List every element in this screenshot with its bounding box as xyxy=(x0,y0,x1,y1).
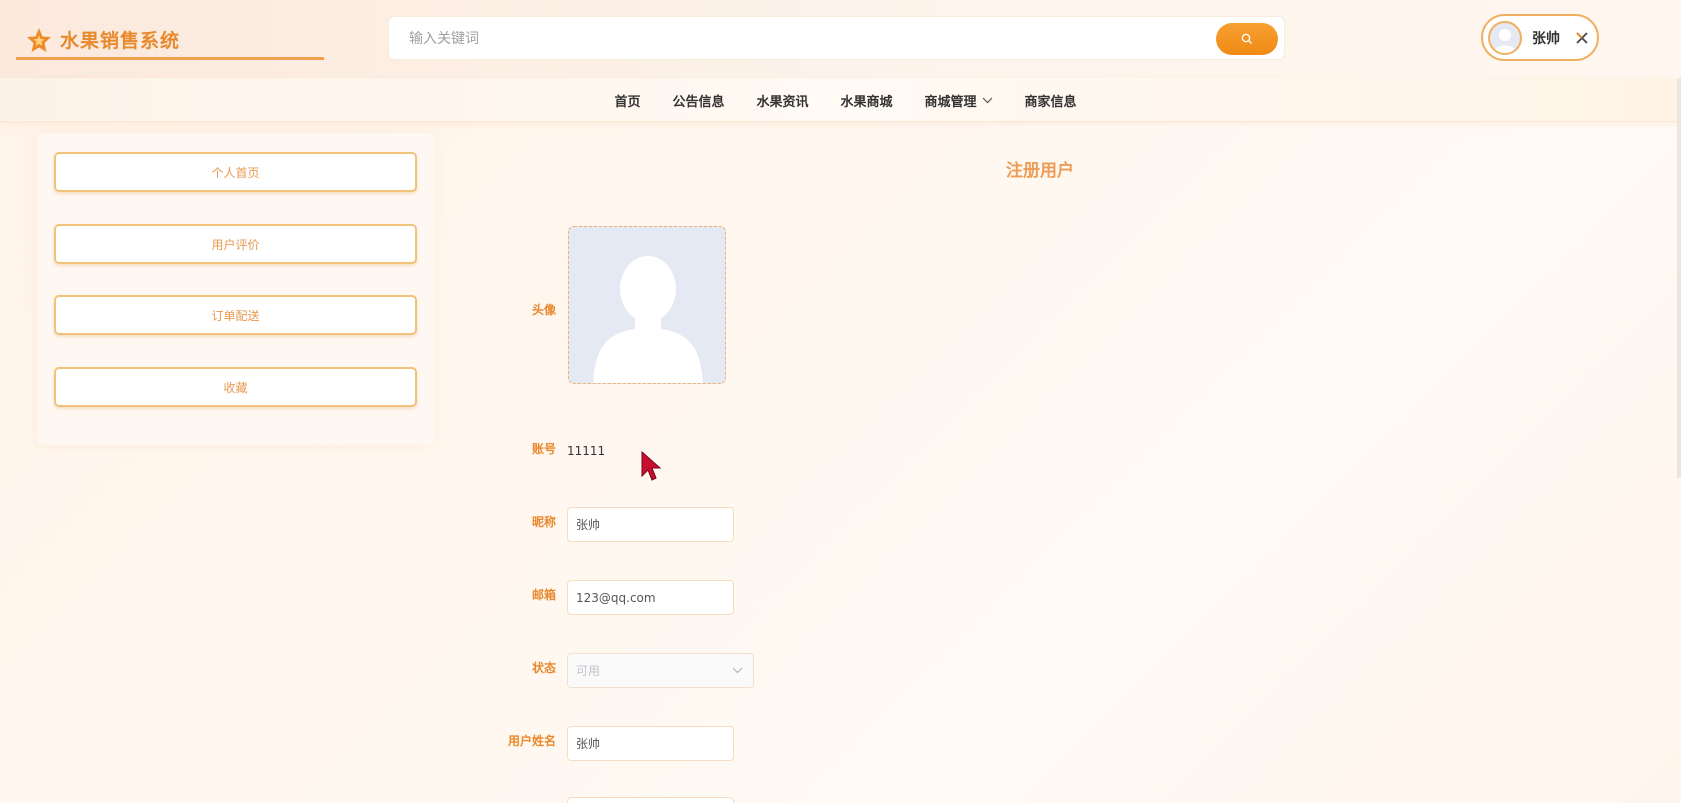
nav-item-merchant-info[interactable]: 商家信息 xyxy=(1025,91,1077,110)
avatar-label: 头像 xyxy=(531,303,556,317)
nav-item-fruit-mall[interactable]: 水果商城 xyxy=(841,91,893,110)
realname-label: 用户姓名 xyxy=(507,734,556,748)
account-label: 账号 xyxy=(531,442,556,456)
search-button[interactable] xyxy=(1216,23,1278,55)
site-logo[interactable]: 水果销售系统 xyxy=(16,22,324,60)
site-title: 水果销售系统 xyxy=(60,30,181,52)
realname-field[interactable] xyxy=(567,726,734,761)
search-input[interactable] xyxy=(409,27,1189,51)
email-field[interactable] xyxy=(567,580,734,615)
nav-item-label: 水果商城 xyxy=(840,94,893,110)
nav-item-mall-management[interactable]: 商城管理 xyxy=(925,91,993,110)
nav-item-label: 水果资讯 xyxy=(756,94,809,110)
user-avatar xyxy=(1488,20,1522,55)
nav-item-label: 商家信息 xyxy=(1024,94,1077,110)
nav-item-home[interactable]: 首页 xyxy=(614,91,640,110)
close-icon[interactable] xyxy=(1574,30,1590,46)
status-selected-value: 可用 xyxy=(576,664,601,678)
user-name: 张帅 xyxy=(1532,30,1560,47)
nav-item-label: 公告信息 xyxy=(672,94,725,110)
email-input[interactable] xyxy=(576,590,733,605)
status-select[interactable]: 可用 xyxy=(567,653,754,688)
sidebar-item-order-delivery[interactable]: 订单配送 xyxy=(54,295,417,335)
nickname-label: 昵称 xyxy=(531,515,556,529)
email-label: 邮箱 xyxy=(531,588,556,602)
user-silhouette-icon xyxy=(593,256,703,383)
top-header: 水果销售系统 张帅 xyxy=(0,0,1681,78)
avatar-upload[interactable] xyxy=(568,226,726,384)
nickname-input[interactable] xyxy=(576,517,733,532)
sidebar-item-favorites[interactable]: 收藏 xyxy=(54,367,417,407)
page-title: 注册用户 xyxy=(1006,161,1074,181)
sidebar-item-profile-home[interactable]: 个人首页 xyxy=(54,152,417,192)
next-field-partial[interactable] xyxy=(567,797,734,803)
user-silhouette-icon xyxy=(1493,28,1517,53)
search-icon xyxy=(1241,33,1253,45)
sidebar-item-user-reviews[interactable]: 用户评价 xyxy=(54,224,417,264)
realname-input[interactable] xyxy=(576,736,733,751)
chevron-down-icon xyxy=(732,667,743,674)
chevron-down-icon xyxy=(982,97,992,103)
search-bar xyxy=(388,16,1285,60)
nickname-field[interactable] xyxy=(567,507,734,542)
nav-item-label: 商城管理 xyxy=(924,94,977,110)
scrollbar[interactable] xyxy=(1677,78,1681,478)
main-nav: 首页 公告信息 水果资讯 水果商城 商城管理 商家信息 xyxy=(0,78,1681,122)
sidebar: 个人首页 用户评价 订单配送 收藏 xyxy=(37,133,435,445)
status-label: 状态 xyxy=(531,661,556,675)
nav-item-announcements[interactable]: 公告信息 xyxy=(672,91,724,110)
nav-item-fruit-news[interactable]: 水果资讯 xyxy=(756,91,808,110)
account-value: 11111 xyxy=(567,444,606,458)
mouse-cursor-icon xyxy=(641,450,662,481)
star-logo-icon xyxy=(27,27,51,52)
nav-item-label: 首页 xyxy=(614,94,641,110)
user-menu[interactable]: 张帅 xyxy=(1481,14,1599,61)
